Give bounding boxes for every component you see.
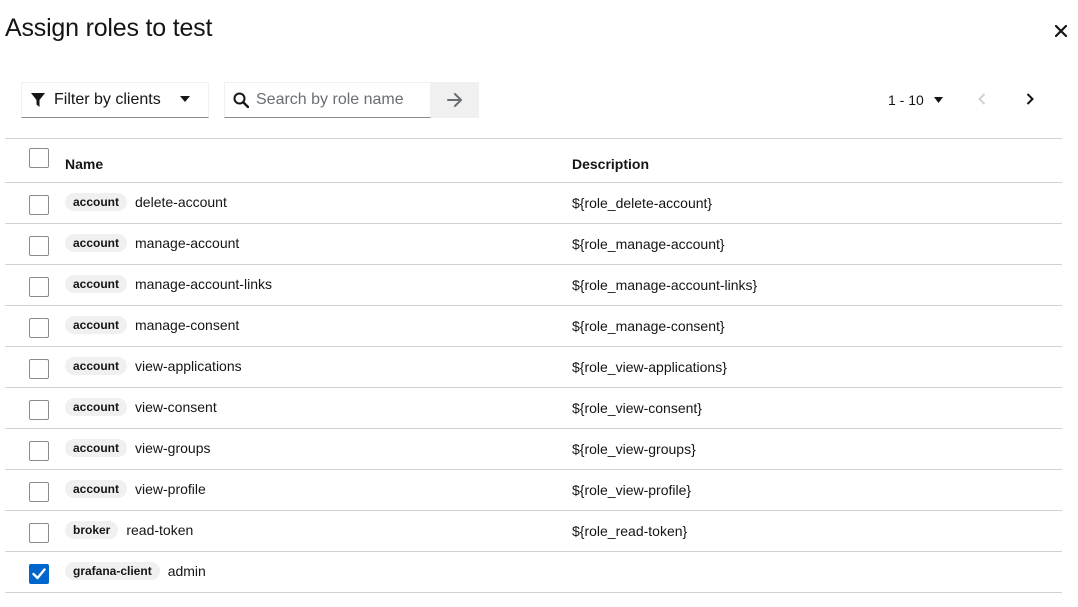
role-description: ${role_manage-account} [572, 236, 725, 252]
search-field[interactable] [224, 82, 431, 118]
pagination-toggle[interactable]: 1 - 10 [880, 89, 951, 111]
select-all-checkbox[interactable] [29, 148, 49, 168]
search-icon [233, 92, 249, 108]
role-name: manage-consent [135, 317, 240, 333]
role-description: ${role_manage-account-links} [572, 277, 758, 293]
client-badge: account [65, 275, 128, 293]
chevron-left-icon [978, 93, 986, 105]
table-row: account view-profile ${role_view-profile} [5, 470, 1062, 511]
role-description: ${role_view-applications} [572, 359, 727, 375]
role-description: ${role_delete-account} [572, 195, 713, 211]
client-badge: account [65, 398, 128, 416]
role-name-cell: account delete-account [65, 193, 227, 211]
client-badge: account [65, 439, 128, 457]
row-checkbox[interactable] [29, 482, 49, 502]
role-name-cell: account view-consent [65, 398, 217, 416]
role-description: ${role_read-token} [572, 523, 688, 539]
role-name: manage-account [135, 235, 240, 251]
role-name-cell: account manage-consent [65, 316, 239, 334]
search-input[interactable] [256, 91, 426, 109]
table-row: broker read-token ${role_read-token} [5, 511, 1062, 552]
client-badge: account [65, 234, 128, 252]
row-checkbox[interactable] [29, 441, 49, 461]
checkmark-icon [32, 568, 46, 580]
role-name: view-consent [135, 399, 217, 415]
row-checkbox[interactable] [29, 523, 49, 543]
row-checkbox[interactable] [29, 236, 49, 256]
client-badge: account [65, 316, 128, 334]
row-checkbox[interactable] [29, 195, 49, 215]
table-row: account manage-account ${role_manage-accou… [5, 224, 1062, 265]
client-badge: account [65, 193, 128, 211]
role-name-cell: account view-profile [65, 480, 206, 498]
role-description: ${role_view-profile} [572, 482, 692, 498]
role-name-cell: account manage-account [65, 234, 239, 252]
role-description: ${role_view-consent} [572, 400, 702, 416]
table-row: account view-groups ${role_view-groups} [5, 429, 1062, 470]
arrow-right-icon [447, 93, 462, 107]
modal-title: Assign roles to test [5, 14, 213, 42]
column-header-name[interactable]: Name [65, 156, 103, 172]
table-row: account manage-account-links ${role_manage… [5, 265, 1062, 306]
row-checkbox[interactable] [29, 318, 49, 338]
role-name: view-groups [135, 440, 211, 456]
role-name: view-applications [135, 358, 242, 374]
row-checkbox[interactable] [29, 277, 49, 297]
previous-page-button[interactable] [970, 88, 994, 110]
role-name-cell: grafana-client admin [65, 562, 206, 580]
caret-down-icon [933, 97, 943, 103]
role-name: delete-account [135, 194, 227, 210]
column-header-description[interactable]: Description [572, 156, 649, 172]
role-description: ${role_manage-consent} [572, 318, 725, 334]
role-name-cell: account view-applications [65, 357, 242, 375]
client-badge: grafana-client [65, 562, 160, 580]
row-checkbox[interactable] [29, 359, 49, 379]
table-row: account view-applications ${role_view-appl… [5, 347, 1062, 388]
filter-icon [31, 93, 45, 107]
table-row: account view-consent ${role_view-consent} [5, 388, 1062, 429]
role-name-cell: account view-groups [65, 439, 211, 457]
next-page-button[interactable] [1018, 88, 1042, 110]
role-name-cell: account manage-account-links [65, 275, 272, 293]
role-name: admin [167, 563, 206, 579]
chevron-right-icon [1026, 93, 1034, 105]
filter-by-clients-dropdown[interactable]: Filter by clients [21, 82, 209, 118]
client-badge: account [65, 357, 128, 375]
search-submit-button[interactable] [431, 82, 479, 118]
close-button[interactable] [1050, 20, 1072, 42]
close-icon[interactable] [1055, 25, 1067, 37]
row-checkbox[interactable] [29, 564, 49, 584]
table-row: grafana-client admin [5, 552, 1062, 593]
client-badge: account [65, 480, 128, 498]
client-badge: broker [65, 521, 119, 539]
role-name: read-token [126, 522, 194, 538]
row-checkbox[interactable] [29, 400, 49, 420]
role-description: ${role_view-groups} [572, 441, 696, 457]
table-row: account manage-consent ${role_manage-conse… [5, 306, 1062, 347]
table-header: Name Description [5, 138, 1062, 183]
roles-table: Name Description account delete-account ${… [5, 138, 1062, 593]
caret-down-icon [180, 96, 190, 102]
role-name: manage-account-links [135, 276, 272, 292]
table-row: account delete-account ${role_delete-accou… [5, 183, 1062, 224]
pagination-range: 1 - 10 [888, 92, 924, 108]
role-name-cell: broker read-token [65, 521, 193, 539]
filter-label: Filter by clients [54, 91, 161, 108]
role-name: view-profile [135, 481, 206, 497]
